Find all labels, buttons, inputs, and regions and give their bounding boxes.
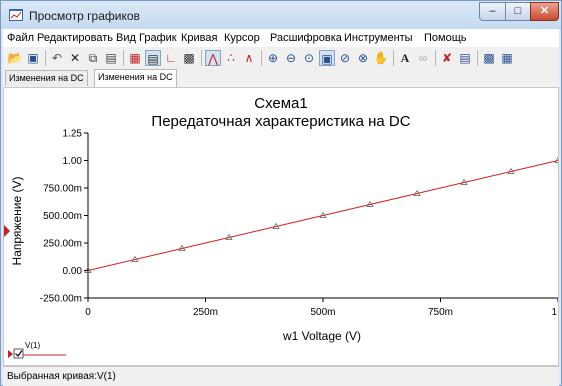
chart-subtitle: Передаточная характеристика на DC: [151, 113, 410, 130]
x-tick-label: 750m: [428, 307, 453, 318]
legend-marker-icon: [8, 350, 13, 358]
zoom-y-icon[interactable]: ⊗: [355, 50, 371, 66]
zoom-area-icon[interactable]: ⊙: [301, 50, 317, 66]
zoom-in-icon[interactable]: ⊕: [265, 50, 281, 66]
chart-title: Схема1: [254, 95, 308, 112]
toolbar-separator: [201, 50, 202, 66]
menu-tools[interactable]: Инструменты: [344, 32, 413, 44]
title-bar[interactable]: Просмотр графиков – □ ✕: [1, 1, 561, 29]
trace-points-icon[interactable]: ∴: [223, 50, 239, 66]
status-text: Выбранная кривая:V(1): [7, 371, 116, 382]
window-title: Просмотр графиков: [29, 9, 140, 23]
open-icon[interactable]: 📂: [7, 50, 23, 66]
data-point-marker: [554, 156, 562, 163]
graph-area[interactable]: Схема1 Передаточная характеристика на DC…: [3, 87, 562, 366]
copy-graph-icon[interactable]: ▩: [481, 50, 497, 66]
zoom-out-icon[interactable]: ⊖: [283, 50, 299, 66]
series-line-v1[interactable]: [87, 160, 559, 271]
grid-icon[interactable]: ▦: [127, 50, 143, 66]
x-axis-label: w1 Voltage (V): [282, 329, 361, 343]
pan-hand-icon[interactable]: ✋: [373, 50, 389, 66]
y-axis-label: Напряжение (V): [10, 177, 24, 266]
y-tick-label: 1.00: [63, 156, 83, 167]
cursor-icon[interactable]: ✘: [439, 50, 455, 66]
menu-file[interactable]: Файл: [7, 32, 34, 44]
copy-icon[interactable]: ⧉: [85, 50, 101, 66]
toolbar-separator: [393, 50, 394, 66]
toolbar-separator: [477, 50, 478, 66]
paste-icon[interactable]: ▤: [103, 50, 119, 66]
menu-cursor[interactable]: Курсор: [224, 32, 260, 44]
tab-dc-sweep-2[interactable]: Изменения на DC: [94, 69, 177, 87]
display-graphs-icon[interactable]: ▩: [181, 50, 197, 66]
zoom-x-icon[interactable]: ⊘: [337, 50, 353, 66]
toolbar-separator: [261, 50, 262, 66]
x-tick-label: 1: [551, 307, 557, 318]
menu-graph[interactable]: График: [139, 32, 177, 44]
legend-label: V(1): [25, 341, 40, 350]
overlay-icon[interactable]: ▦: [499, 50, 515, 66]
y-tick-label: 500.00m: [43, 211, 82, 222]
y-tick-label: 750.00m: [43, 184, 82, 195]
cut-icon[interactable]: ✕: [67, 50, 83, 66]
trace-line-icon[interactable]: ⋀: [205, 50, 221, 66]
x-tick-label: 0: [85, 307, 91, 318]
y-tick-label: 0.00: [63, 266, 83, 277]
save-icon[interactable]: ▣: [25, 50, 41, 66]
text-icon[interactable]: A: [397, 50, 413, 66]
toolbar-separator: [45, 50, 46, 66]
zoom-full-icon[interactable]: ▣: [319, 50, 335, 66]
trace-markers-icon[interactable]: ∧: [241, 50, 257, 66]
status-bar: Выбранная кривая:V(1): [3, 366, 559, 386]
x-tick-label: 500m: [310, 307, 335, 318]
toolbar-separator: [123, 50, 124, 66]
y-tick-label: 1.25: [63, 129, 83, 140]
tab-strip: Изменения на DC Изменения на DC: [3, 69, 559, 87]
y-tick-label: 250.00m: [43, 239, 82, 250]
undo-icon[interactable]: ↶: [49, 50, 65, 66]
chart[interactable]: Схема1 Передаточная характеристика на DC…: [4, 88, 562, 365]
export-icon[interactable]: ▤: [457, 50, 473, 66]
legend[interactable]: V(1): [8, 341, 66, 359]
maximize-button[interactable]: □: [505, 2, 531, 21]
x-tick-label: 250m: [193, 307, 218, 318]
menu-help[interactable]: Помощь: [424, 32, 467, 44]
graph-viewer-window: Просмотр графиков – □ ✕ Файл Редактирова…: [0, 0, 562, 386]
app-icon: [9, 9, 23, 21]
minimize-button[interactable]: –: [479, 2, 506, 21]
close-button[interactable]: ✕: [530, 2, 559, 21]
menu-bar: Файл Редактировать Вид График Кривая Кур…: [3, 29, 559, 47]
tab-dc-sweep-1[interactable]: Изменения на DC: [5, 70, 88, 86]
axes-icon[interactable]: ∟: [163, 50, 179, 66]
toolbar-separator: [435, 50, 436, 66]
menu-edit[interactable]: Редактировать: [37, 32, 113, 44]
menu-decode[interactable]: Расшифровка: [270, 32, 342, 44]
legend-icon[interactable]: ▤: [145, 50, 161, 66]
y-tick-label: -250.00m: [40, 294, 82, 305]
menu-view[interactable]: Вид: [116, 32, 136, 44]
menu-curve[interactable]: Кривая: [181, 32, 217, 44]
toolbar: 📂 ▣ ↶ ✕ ⧉ ▤ ▦ ▤ ∟ ▩ ⋀ ∴ ∧ ⊕ ⊖ ⊙ ▣ ⊘ ⊗ ✋ …: [3, 47, 559, 70]
label-icon[interactable]: ∞: [415, 50, 431, 66]
